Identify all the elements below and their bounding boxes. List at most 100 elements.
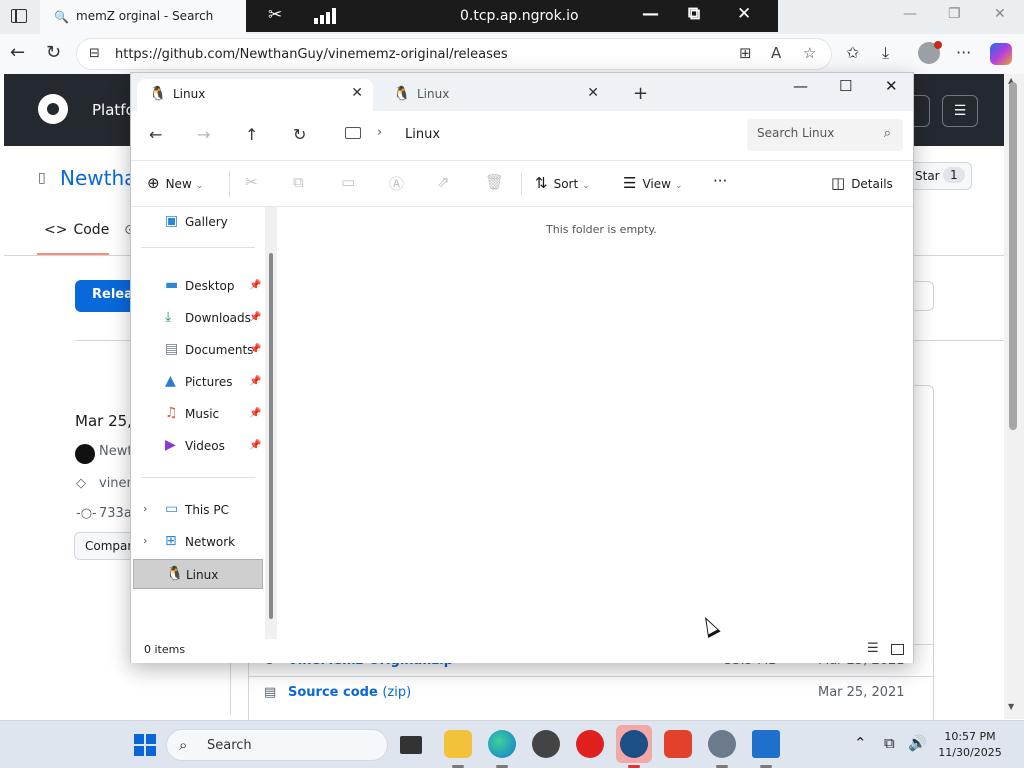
volume-icon[interactable]: 🔊 xyxy=(908,734,927,752)
breadcrumb[interactable]: Linux xyxy=(405,127,440,142)
search-box[interactable]: ⌕ xyxy=(747,119,903,151)
sidebar-item-videos[interactable]: ▶ Videos 📌 xyxy=(133,431,263,461)
app-available-icon[interactable]: ⊞ xyxy=(739,44,752,62)
github-logo-icon[interactable] xyxy=(38,94,68,124)
edge-app-icon[interactable] xyxy=(488,730,516,758)
details-view-icon[interactable]: ☰ xyxy=(867,641,879,656)
back-icon[interactable]: ← xyxy=(149,125,162,144)
copy-icon[interactable]: ⧉ xyxy=(293,173,304,191)
remote-restore-icon[interactable]: ⧉ xyxy=(688,4,700,24)
asset-row[interactable]: ▤ Source code (zip) Mar 25, 2021 xyxy=(248,676,934,710)
refresh-icon[interactable]: ↻ xyxy=(293,125,306,144)
close-icon[interactable]: ✕ xyxy=(994,6,1006,22)
sidebar-item-linux[interactable]: 🐧 Linux xyxy=(133,559,263,589)
search-input[interactable] xyxy=(757,126,867,140)
restore-icon[interactable]: ❐ xyxy=(948,6,961,22)
page-scrollbar[interactable]: ▲ ▼ xyxy=(1004,74,1024,719)
favorites-icon[interactable]: ✩ xyxy=(846,43,859,62)
file-explorer-app-icon[interactable] xyxy=(444,730,472,758)
tiles-view-icon[interactable] xyxy=(891,644,904,655)
pin-icon[interactable]: 📌 xyxy=(249,280,261,291)
sidebar-item-network[interactable]: › ⊞ Network xyxy=(133,527,263,557)
up-icon[interactable]: ↑ xyxy=(245,125,258,144)
sidebar-item-this-pc[interactable]: › ▭ This PC xyxy=(133,495,263,525)
sort-button[interactable]: ⇅ Sort ⌄ xyxy=(535,174,590,192)
anydesk-app-icon[interactable] xyxy=(664,730,692,758)
star-button[interactable]: Star 1 xyxy=(904,162,972,190)
taskbar-search[interactable]: ⌕ Search xyxy=(166,729,388,761)
author-avatar[interactable] xyxy=(75,444,95,464)
paste-icon[interactable]: ▭ xyxy=(341,173,355,191)
pin-icon[interactable]: 📌 xyxy=(249,376,261,387)
explorer-tab-active[interactable]: 🐧 Linux ✕ xyxy=(137,79,373,111)
back-icon[interactable]: ← xyxy=(10,42,25,63)
downloads-icon[interactable]: ⤓ xyxy=(882,43,889,63)
site-info-icon[interactable]: ⊟ xyxy=(89,46,100,61)
sidebar-item-desktop[interactable]: ▬ Desktop 📌 xyxy=(133,271,263,301)
minimize-icon[interactable]: — xyxy=(793,77,808,95)
pin-icon[interactable]: 📌 xyxy=(249,344,261,355)
chevron-up-icon[interactable]: ⌃ xyxy=(854,734,867,752)
connection-quality-icon[interactable] xyxy=(314,8,338,24)
navigation-scrollbar-thumb[interactable] xyxy=(269,253,273,619)
chevron-right-icon[interactable]: › xyxy=(143,502,147,515)
commit-link[interactable]: 733a xyxy=(99,506,132,521)
arc-app-icon[interactable] xyxy=(620,730,648,758)
read-aloud-icon[interactable]: A xyxy=(771,44,781,62)
browser-tab-active[interactable]: 🔍 memZ orginal - Search xyxy=(40,0,246,34)
scrollbar-thumb[interactable] xyxy=(1009,82,1017,430)
settings-app-icon[interactable] xyxy=(532,730,560,758)
more-options-icon[interactable]: ··· xyxy=(713,172,727,190)
computer-icon[interactable] xyxy=(345,127,361,139)
sidebar-item-documents[interactable]: ▤ Documents 📌 xyxy=(133,335,263,365)
cut-icon[interactable]: ✂ xyxy=(245,173,258,191)
tab-actions-icon[interactable] xyxy=(11,9,27,23)
remote-desktop-app-icon[interactable] xyxy=(752,730,780,758)
close-tab-icon[interactable]: ✕ xyxy=(351,85,363,101)
tab-code[interactable]: <> Code xyxy=(44,222,109,238)
author-link[interactable]: Newt xyxy=(99,444,132,459)
url-text[interactable]: https://github.com/NewthanGuy/vinememz-o… xyxy=(115,47,508,62)
pin-icon[interactable]: 📌 xyxy=(249,440,261,451)
sidebar-item-music[interactable]: ♫ Music 📌 xyxy=(133,399,263,429)
task-view-icon[interactable] xyxy=(400,736,422,754)
gear-icon[interactable] xyxy=(708,730,736,758)
pin-icon[interactable]: 📌 xyxy=(249,312,261,323)
platform-menu[interactable]: Platfo xyxy=(92,101,135,119)
close-icon[interactable]: ✕ xyxy=(885,77,898,95)
opera-app-icon[interactable] xyxy=(576,730,604,758)
address-bar[interactable]: ⊟ https://github.com/NewthanGuy/vinememz… xyxy=(76,38,832,70)
new-tab-icon[interactable]: + xyxy=(633,83,648,104)
forward-icon[interactable]: → xyxy=(197,125,210,144)
maximize-icon[interactable]: ☐ xyxy=(839,77,852,95)
remote-minimize-icon[interactable]: — xyxy=(642,4,659,24)
scroll-down-icon[interactable]: ▼ xyxy=(1008,702,1014,711)
share-icon[interactable]: ⇗ xyxy=(437,173,450,191)
rename-icon[interactable]: Ⓐ xyxy=(389,173,404,194)
new-button[interactable]: ⊕ New ⌄ xyxy=(147,174,203,192)
refresh-icon[interactable]: ↻ xyxy=(46,42,61,63)
pin-icon[interactable]: 📌 xyxy=(249,408,261,419)
more-icon[interactable]: ··· xyxy=(956,43,971,62)
sidebar-item-downloads[interactable]: ⤓ Downloads 📌 xyxy=(133,303,263,333)
close-tab-icon[interactable]: ✕ xyxy=(587,85,599,101)
sidebar-item-gallery[interactable]: ▣ Gallery xyxy=(133,207,263,237)
network-tray-icon[interactable]: ⧉ xyxy=(884,734,895,752)
chevron-right-icon[interactable]: › xyxy=(143,534,147,547)
start-icon[interactable] xyxy=(134,734,156,756)
delete-icon[interactable]: 🗑 xyxy=(485,173,504,191)
details-button[interactable]: ◫ Details xyxy=(831,174,893,192)
remote-close-icon[interactable]: ✕ xyxy=(737,4,751,24)
copilot-icon[interactable] xyxy=(990,43,1012,65)
favorite-icon[interactable]: ☆ xyxy=(803,44,816,62)
view-button[interactable]: ☰ View ⌄ xyxy=(623,174,682,192)
asset-name[interactable]: Source code (zip) xyxy=(288,685,411,700)
clock[interactable]: 10:57 PM 11/30/2025 xyxy=(934,729,1006,761)
minimize-icon[interactable]: — xyxy=(903,6,917,22)
sidebar-item-pictures[interactable]: ▲ Pictures 📌 xyxy=(133,367,263,397)
explorer-tab-inactive[interactable]: 🐧 Linux ✕ xyxy=(381,79,609,111)
repo-name-link[interactable]: Newtha xyxy=(60,166,136,190)
filter-menu-icon[interactable]: ☰ xyxy=(942,95,978,127)
unpin-icon[interactable]: ✂ xyxy=(268,5,282,25)
chevron-right-icon[interactable]: › xyxy=(377,125,382,140)
